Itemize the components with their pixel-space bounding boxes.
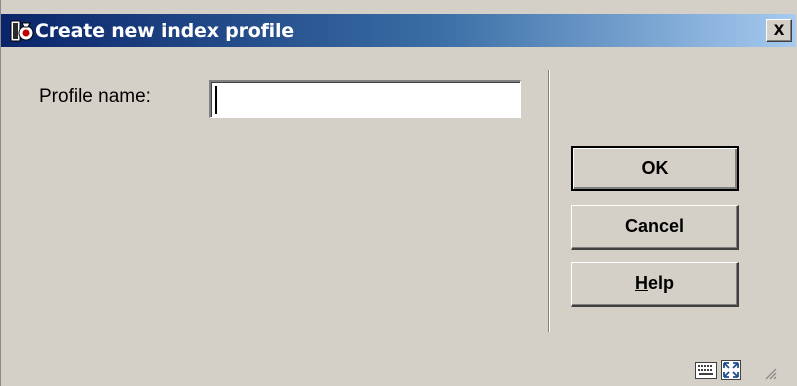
cancel-button[interactable]: Cancel [571, 205, 739, 250]
window-title: Create new index profile [35, 20, 294, 42]
vertical-separator [548, 70, 550, 332]
create-index-profile-dialog: Create new index profile x Profile name:… [0, 0, 797, 386]
help-mnemonic: H [634, 273, 648, 293]
profile-name-label: Profile name: [39, 86, 151, 107]
text-caret [215, 86, 217, 114]
title-bar[interactable]: Create new index profile x [1, 14, 796, 47]
help-button-label: elp [647, 273, 674, 293]
ok-button[interactable]: OK [571, 146, 739, 191]
ok-button-label: OK [641, 158, 669, 178]
size-grip-icon[interactable] [763, 366, 777, 380]
library-app-icon [10, 20, 34, 42]
help-button[interactable]: Help [571, 262, 739, 307]
close-button[interactable]: x [766, 19, 792, 42]
profile-name-input[interactable] [209, 80, 521, 118]
status-bar [695, 360, 785, 382]
resize-window-icon[interactable] [721, 360, 741, 380]
keyboard-icon[interactable] [695, 362, 717, 379]
cancel-button-label: Cancel [624, 216, 685, 236]
close-icon: x [773, 19, 785, 40]
